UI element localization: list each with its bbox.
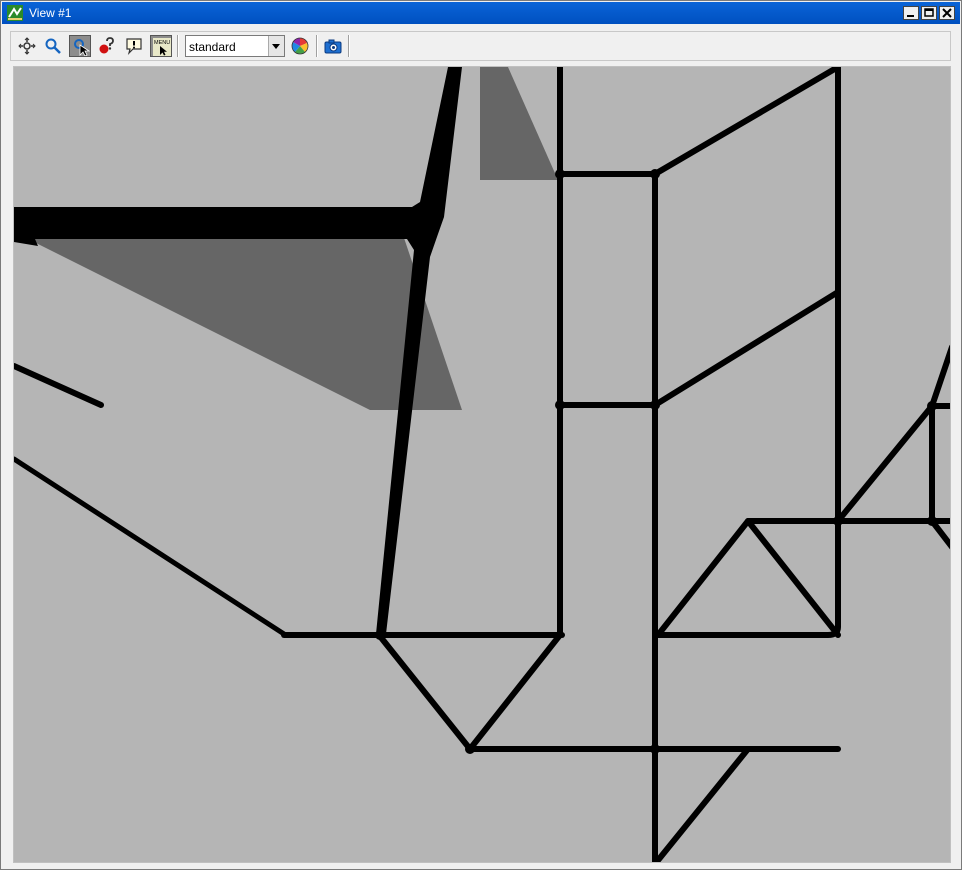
road: [559, 67, 841, 177]
toolbar: MENU standard: [10, 31, 951, 61]
road-junction: [375, 630, 385, 640]
close-button[interactable]: [939, 6, 955, 20]
select-pointer-tool[interactable]: [69, 35, 91, 57]
shaded-area: [480, 67, 558, 180]
road: [376, 632, 563, 752]
camera-icon: [324, 39, 342, 54]
toolbar-separator: [177, 35, 179, 57]
query-tool[interactable]: [96, 35, 118, 57]
menu-tool[interactable]: MENU: [150, 35, 172, 57]
shaded-area: [14, 232, 462, 410]
road-junction: [833, 516, 843, 526]
map-view-icon: [7, 5, 23, 21]
color-tool[interactable]: [289, 35, 311, 57]
maximize-icon: [924, 8, 934, 17]
maximize-button[interactable]: [921, 6, 937, 20]
map-canvas[interactable]: [13, 66, 951, 863]
view-window: View #1 MENU standard: [0, 0, 962, 870]
info-icon: [126, 38, 142, 55]
chevron-down-icon: [272, 44, 280, 49]
zoom-tool[interactable]: [42, 35, 64, 57]
road: [652, 746, 751, 862]
road-junction: [465, 744, 475, 754]
road-junction: [555, 169, 565, 179]
info-tool[interactable]: [123, 35, 145, 57]
window-title: View #1: [29, 6, 72, 20]
road-junction: [650, 400, 660, 410]
zoom-icon: [45, 38, 61, 54]
road-junction: [555, 400, 565, 410]
road: [14, 363, 104, 408]
minimize-icon: [907, 15, 914, 17]
toolbar-separator: [348, 35, 350, 57]
pan-icon: [18, 37, 36, 55]
road: [14, 456, 287, 637]
road: [559, 289, 841, 408]
snapshot-tool[interactable]: [322, 35, 344, 57]
style-select-value: standard: [189, 40, 236, 54]
road-junction: [927, 401, 937, 411]
road-junction: [927, 516, 937, 526]
road-junction: [650, 169, 660, 179]
menu-icon: MENU: [153, 38, 171, 56]
road-junction: [650, 744, 660, 754]
close-icon: [942, 8, 952, 18]
road: [655, 518, 841, 638]
query-icon: [99, 37, 114, 54]
style-select[interactable]: standard: [185, 35, 285, 57]
pan-tool[interactable]: [16, 35, 38, 57]
color-wheel-icon: [291, 37, 309, 55]
minimize-button[interactable]: [903, 6, 919, 20]
toolbar-separator: [316, 35, 318, 57]
road: [929, 403, 950, 550]
dropdown-arrow-button[interactable]: [268, 36, 284, 56]
map-drawing: [14, 67, 950, 862]
title-bar[interactable]: View #1: [2, 2, 960, 24]
select-pointer-icon: [74, 39, 90, 56]
svg-text:MENU: MENU: [154, 40, 170, 46]
